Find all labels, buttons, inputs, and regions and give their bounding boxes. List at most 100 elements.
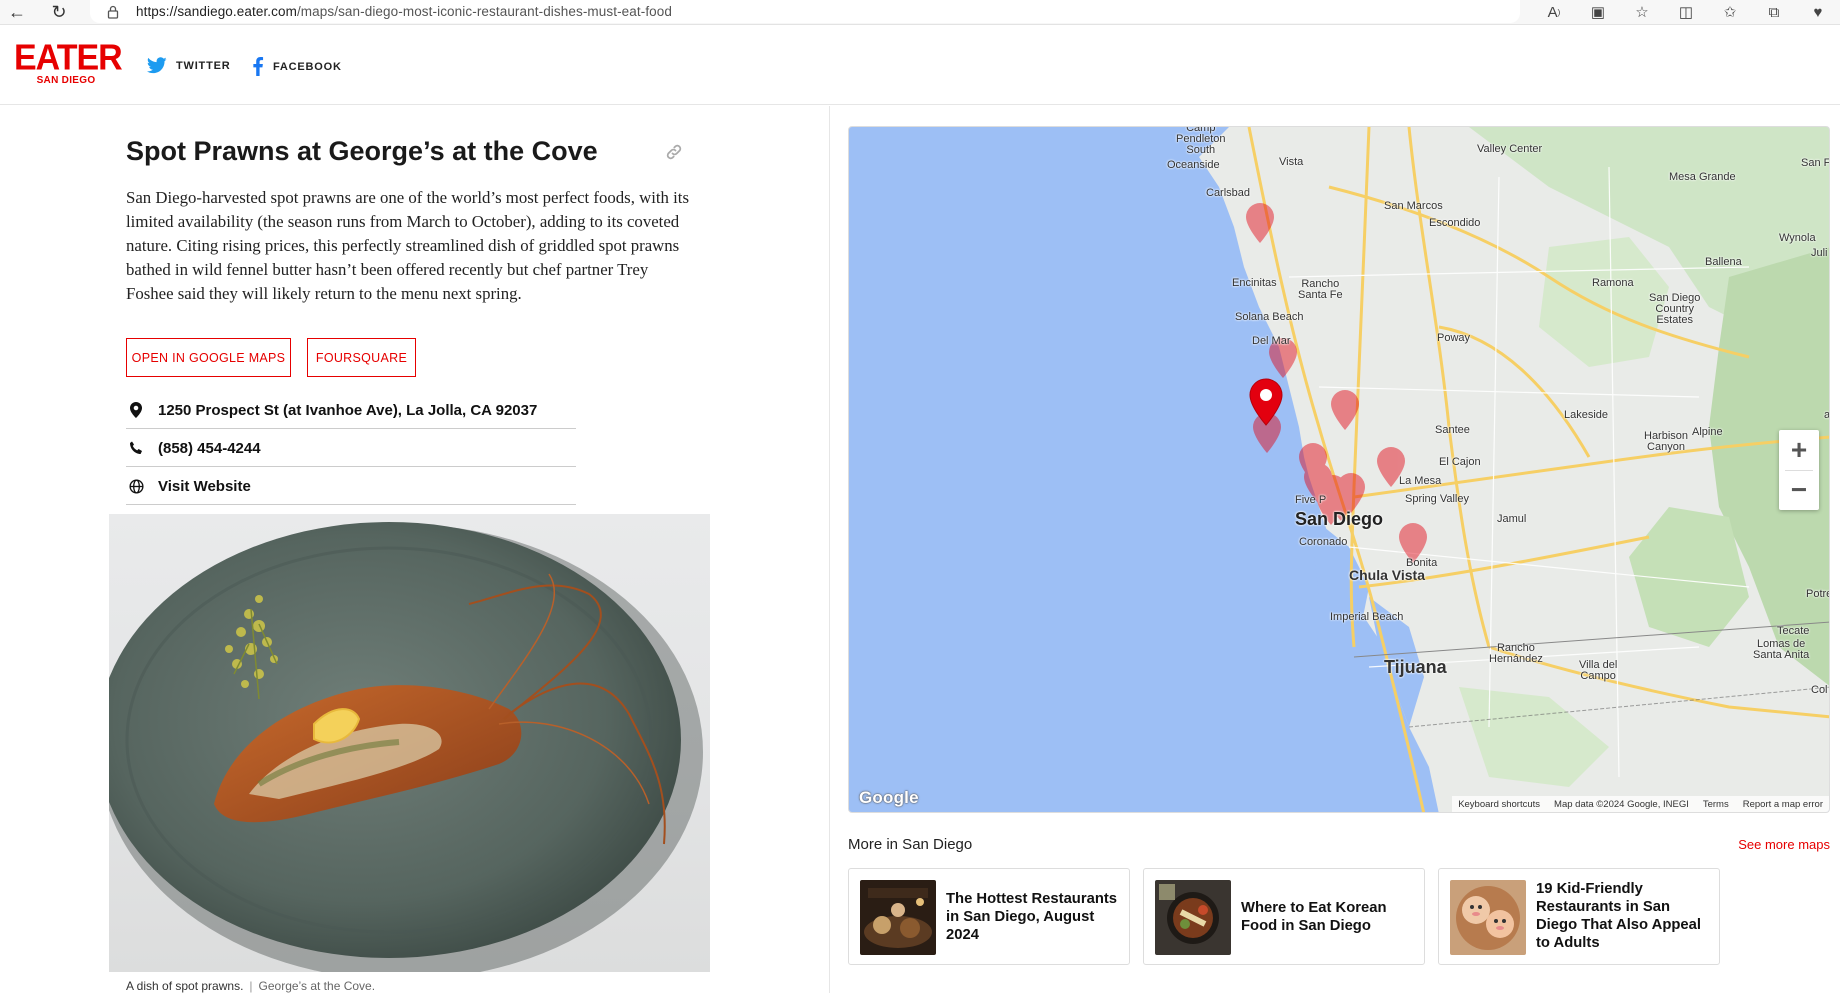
map-label: Del Mar bbox=[1252, 335, 1291, 347]
address-bar[interactable]: https://sandiego.eater.com/maps/san-dieg… bbox=[90, 0, 1520, 23]
place-detail-panel: Spot Prawns at George’s at the Cove San … bbox=[0, 106, 830, 993]
map-label: San Marcos bbox=[1384, 200, 1443, 212]
visit-website-link[interactable]: Visit Website bbox=[158, 478, 251, 495]
google-logo[interactable]: Google bbox=[859, 788, 919, 808]
more-section-title: More in San Diego bbox=[848, 836, 973, 853]
map-label: Col bbox=[1811, 684, 1828, 696]
related-map-card[interactable]: 19 Kid-Friendly Restaurants in San Diego… bbox=[1438, 868, 1720, 965]
logo-main-text: EATER bbox=[14, 38, 123, 78]
map-zoom-control: + − bbox=[1779, 430, 1819, 510]
map-label: Lakeside bbox=[1564, 409, 1609, 421]
eater-logo[interactable]: EATER SAN DIEGO bbox=[14, 38, 123, 86]
url-text: https://sandiego.eater.com/maps/san-dieg… bbox=[136, 4, 672, 19]
browser-toolbar: ← ↻ https://sandiego.eater.com/maps/san-… bbox=[0, 0, 1840, 25]
map-label: Solana Beach bbox=[1235, 311, 1304, 323]
favorites-list-icon[interactable]: ✩ bbox=[1708, 2, 1752, 22]
map-canvas bbox=[1199, 127, 1829, 812]
map-label: Valley Center bbox=[1477, 143, 1543, 155]
see-more-maps-link[interactable]: See more maps bbox=[1738, 837, 1830, 852]
map-label: Oceanside bbox=[1167, 159, 1220, 171]
map-label: La Mesa bbox=[1399, 475, 1442, 487]
map-label-city: San Diego bbox=[1295, 509, 1384, 529]
map-label: Poway bbox=[1437, 332, 1471, 344]
photo-caption: A dish of spot prawns. | George’s at the C… bbox=[126, 979, 375, 993]
map-data-attribution: Map data ©2024 Google, INEGI bbox=[1554, 798, 1689, 810]
facebook-link[interactable]: FACEBOOK bbox=[252, 57, 342, 76]
caption-credit: George’s at the Cove. bbox=[258, 979, 376, 993]
report-map-error-link[interactable]: Report a map error bbox=[1743, 799, 1823, 810]
phone-icon bbox=[126, 441, 146, 455]
map-label: Mesa Grande bbox=[1669, 171, 1736, 183]
place-title: Spot Prawns at George’s at the Cove bbox=[126, 136, 598, 166]
map-label: Harbison Canyon bbox=[1644, 430, 1689, 453]
open-google-maps-button[interactable]: OPEN IN GOOGLE MAPS bbox=[126, 338, 291, 377]
map-label: El Cajon bbox=[1439, 456, 1481, 468]
zoom-out-button[interactable]: − bbox=[1779, 470, 1819, 510]
map-label: ar bbox=[1824, 409, 1830, 421]
zoom-in-button[interactable]: + bbox=[1779, 430, 1819, 470]
map-label: Lomas de Santa Anita bbox=[1753, 638, 1810, 661]
caption-separator: | bbox=[249, 979, 253, 993]
map-label: Potre bbox=[1806, 588, 1830, 600]
terms-link[interactable]: Terms bbox=[1703, 799, 1729, 810]
address-text: 1250 Prospect St (at Ivanhoe Ave), La Jo… bbox=[158, 401, 538, 419]
card-thumbnail bbox=[860, 880, 936, 955]
map-label: Vista bbox=[1279, 156, 1304, 168]
read-aloud-icon[interactable]: A) bbox=[1532, 2, 1576, 22]
related-map-card[interactable]: Where to Eat Korean Food in San Diego bbox=[1143, 868, 1425, 965]
map-label: San Diego Country Estates bbox=[1649, 292, 1701, 326]
map-label: Escondido bbox=[1429, 217, 1481, 229]
split-screen-icon[interactable]: ◫ bbox=[1664, 2, 1708, 22]
map-label: Imperial Beach bbox=[1330, 611, 1404, 623]
keyboard-shortcuts-link[interactable]: Keyboard shortcuts bbox=[1458, 799, 1540, 810]
map-label: Ramona bbox=[1592, 277, 1634, 289]
map-label: Juli bbox=[1811, 247, 1828, 259]
back-arrow-icon[interactable]: ← bbox=[6, 2, 28, 22]
map-label: Coronado bbox=[1299, 536, 1348, 548]
link-icon[interactable] bbox=[664, 142, 684, 162]
globe-icon bbox=[126, 478, 146, 494]
map-label: Santee bbox=[1435, 424, 1470, 436]
map-label: Rancho Santa Fe bbox=[1298, 278, 1343, 301]
map-label: Chula Vista bbox=[1349, 567, 1425, 583]
facebook-label: FACEBOOK bbox=[273, 60, 342, 73]
map-label: San F bbox=[1801, 157, 1830, 169]
place-description: San Diego-harvested spot prawns are one … bbox=[126, 188, 689, 303]
facebook-icon bbox=[253, 57, 264, 76]
map-pin-icon bbox=[126, 402, 146, 418]
map-label-city: Tijuana bbox=[1384, 657, 1447, 677]
restaurant-map[interactable]: Camp Pendleton South Oceanside Vista Val… bbox=[848, 126, 1830, 813]
card-title: The Hottest Restaurants in San Diego, Au… bbox=[946, 891, 1118, 943]
map-label: Tecate bbox=[1777, 625, 1810, 637]
card-thumbnail bbox=[1155, 880, 1231, 955]
phone-text[interactable]: (858) 454-4244 bbox=[158, 440, 261, 457]
card-title: 19 Kid-Friendly Restaurants in San Diego… bbox=[1536, 881, 1701, 951]
reload-icon[interactable]: ↻ bbox=[48, 2, 70, 22]
twitter-link[interactable]: TWITTER bbox=[147, 57, 230, 74]
favorite-star-icon[interactable]: ☆ bbox=[1620, 2, 1664, 22]
map-label: Alpine bbox=[1692, 426, 1723, 438]
related-map-card[interactable]: The Hottest Restaurants in San Diego, Au… bbox=[848, 868, 1130, 965]
card-thumbnail bbox=[1450, 880, 1526, 955]
card-title: Where to Eat Korean Food in San Diego bbox=[1241, 900, 1387, 934]
map-label: Jamul bbox=[1497, 513, 1527, 525]
twitter-icon bbox=[147, 57, 167, 74]
app-view-icon[interactable]: ▣ bbox=[1576, 2, 1620, 22]
map-label: Rancho Hernández bbox=[1489, 642, 1543, 665]
map-label: Encinitas bbox=[1232, 277, 1277, 289]
phone-row: (858) 454-4244 bbox=[126, 430, 576, 467]
caption-text: A dish of spot prawns. bbox=[126, 979, 244, 993]
map-footer: Keyboard shortcuts Map data ©2024 Google… bbox=[1452, 796, 1829, 812]
map-label: Spring Valley bbox=[1405, 493, 1469, 505]
collections-icon[interactable]: ⧉ bbox=[1752, 2, 1796, 22]
lock-icon bbox=[107, 5, 119, 19]
address-row: 1250 Prospect St (at Ivanhoe Ave), La Jo… bbox=[126, 392, 576, 429]
map-label: Carlsbad bbox=[1206, 187, 1251, 199]
twitter-label: TWITTER bbox=[176, 59, 231, 72]
site-header: EATER SAN DIEGO TWITTER FACEBOOK bbox=[0, 25, 1840, 105]
spot-prawns-photo bbox=[109, 514, 710, 972]
foursquare-button[interactable]: FOURSQUARE bbox=[307, 338, 416, 377]
browser-essentials-icon[interactable]: ♥ bbox=[1796, 2, 1840, 22]
map-label: Wynola bbox=[1779, 232, 1816, 244]
map-label: Five P bbox=[1295, 494, 1327, 506]
